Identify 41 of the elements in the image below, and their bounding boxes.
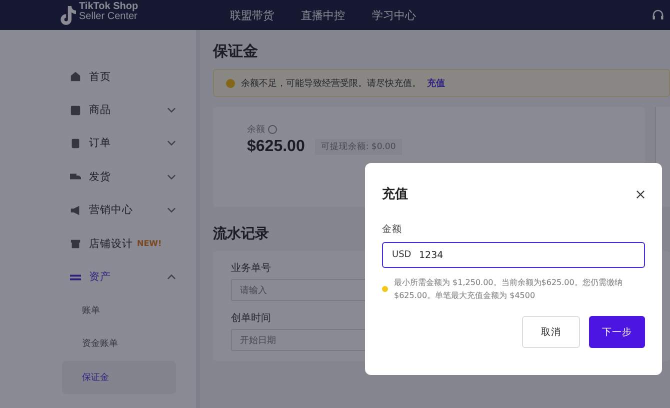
next-button[interactable]: 下一步: [589, 316, 645, 348]
sidebar-item[interactable]: 发货: [70, 160, 176, 194]
sidebar-item[interactable]: 首页: [70, 60, 176, 94]
withdrawable-balance: 可提现余额: $0.00: [314, 139, 402, 155]
nav-link[interactable]: 直播中控: [301, 8, 345, 22]
dialog-title: 充值: [382, 186, 408, 203]
balance-label: 余额: [247, 124, 265, 136]
sidebar-item[interactable]: 订单: [70, 126, 176, 160]
doc-icon: [70, 138, 81, 149]
sidebar-item[interactable]: 营销中心: [70, 194, 176, 227]
sidebar-item[interactable]: 店铺设计 NEW!: [70, 226, 176, 260]
logo-text: TikTok Shop: [79, 2, 138, 12]
nav-link[interactable]: 联盟带货: [230, 8, 274, 22]
sidebar-subitem[interactable]: 保证金: [62, 360, 176, 394]
warning-text: 余额不足，可能导致经营受限。请尽快充值。: [241, 78, 421, 90]
balance-amount: $625.00: [247, 138, 305, 156]
nav-link[interactable]: 学习中心: [372, 8, 416, 22]
sidebar-item[interactable]: 资产: [70, 260, 176, 294]
sidebar-subitem[interactable]: 账单: [62, 294, 176, 328]
cancel-button[interactable]: 取消: [522, 316, 580, 348]
logo-subtitle: Seller Center: [79, 12, 138, 22]
store-icon: [70, 238, 81, 250]
headset-icon[interactable]: [652, 9, 664, 21]
megaphone-icon: [70, 204, 81, 216]
page-title: 保证金: [213, 42, 258, 61]
music-note-icon: [58, 5, 76, 25]
warning-icon: [226, 78, 235, 88]
warning-icon: [382, 286, 388, 292]
sidebar-item[interactable]: 商品: [70, 93, 176, 127]
section-title: 流水记录: [213, 225, 269, 243]
hint-text: 最小所需金额为 $1,250.00。当前余额为$625.00。您仍需缴纳$625.00。单笔最大充值金额为 $4500: [394, 277, 624, 302]
close-icon[interactable]: [636, 190, 645, 198]
filter-label: 业务单号: [231, 262, 272, 275]
filter-label: 创单时间: [231, 312, 272, 325]
sidebar-subitem[interactable]: 资金账单: [62, 327, 176, 361]
field-label: 金额: [382, 223, 402, 236]
recharge-link[interactable]: 充值: [427, 76, 445, 90]
box-icon: [70, 104, 81, 116]
home-icon: [70, 71, 81, 82]
currency-label: USD: [392, 250, 412, 260]
new-label: NEW!: [137, 239, 162, 248]
